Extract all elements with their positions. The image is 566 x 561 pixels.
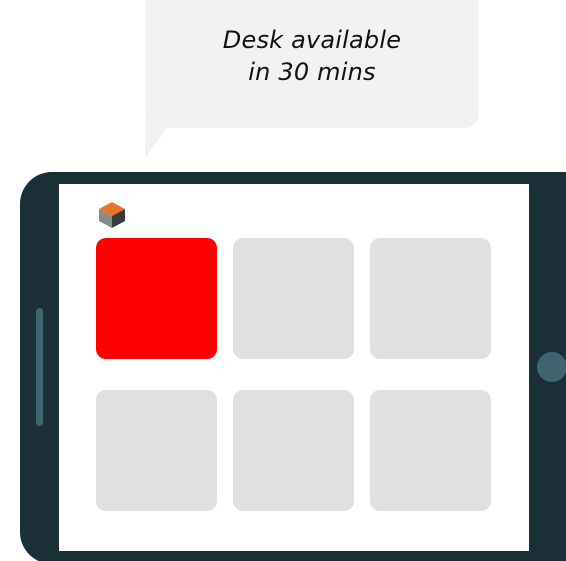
- notification-line-2: in 30 mins: [248, 58, 376, 86]
- desk-tile-5[interactable]: [233, 390, 354, 511]
- tablet-side-bar: [36, 308, 43, 426]
- notification-message: Desk available in 30 mins: [145, 24, 479, 88]
- tablet-device: [20, 172, 566, 561]
- desk-tile-4[interactable]: [96, 390, 217, 511]
- desk-tile-1[interactable]: [96, 238, 217, 359]
- cube-logo-icon: [99, 202, 125, 228]
- desk-tile-2[interactable]: [233, 238, 354, 359]
- desk-tile-6[interactable]: [370, 390, 491, 511]
- notification-speech-bubble: Desk available in 30 mins: [145, 0, 479, 128]
- notification-line-1: Desk available: [222, 26, 402, 54]
- desk-availability-illustration: Desk available in 30 mins: [0, 0, 566, 561]
- tablet-home-button[interactable]: [537, 352, 566, 382]
- tablet-screen: [59, 184, 529, 551]
- desk-tile-3[interactable]: [370, 238, 491, 359]
